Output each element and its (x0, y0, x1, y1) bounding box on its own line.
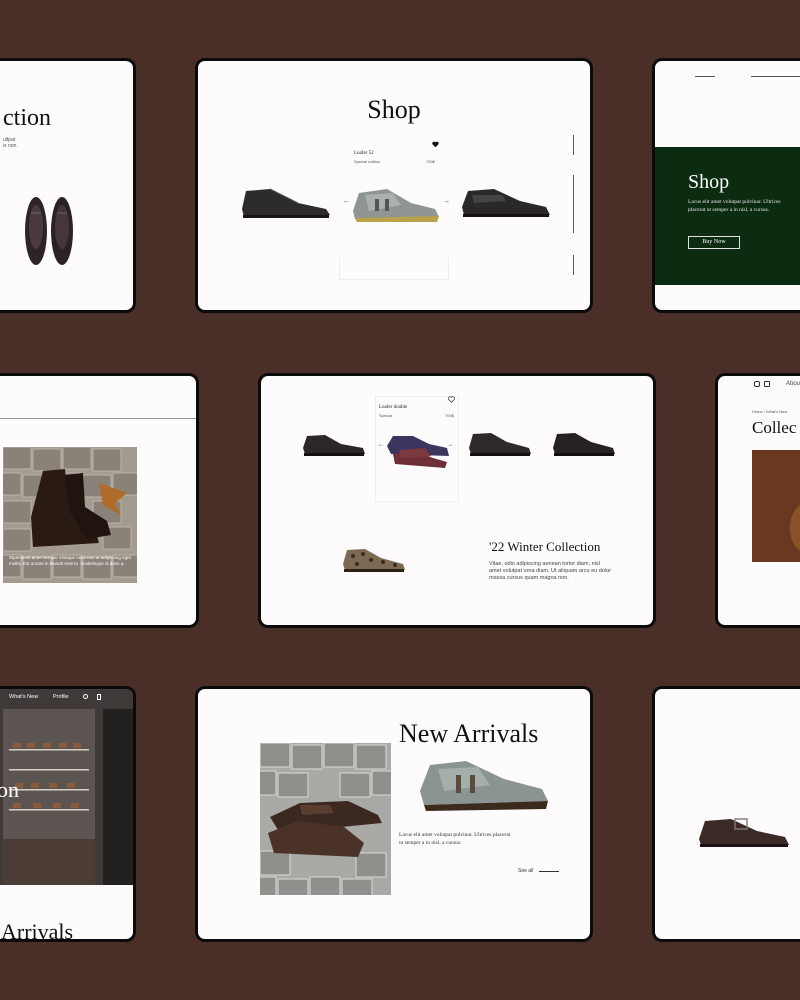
see-all-link[interactable]: See all (518, 868, 533, 874)
card-boot-feature: Stpendium amet semper tristique nulla no… (0, 373, 199, 628)
card-shop-hero: Shop Lacus elit amet volutpat pulvinar. … (652, 58, 800, 313)
heart-icon[interactable] (448, 396, 455, 403)
nav-arrow-line[interactable] (695, 76, 715, 77)
collection-title: '22 Winter Collection (489, 539, 601, 554)
nav-profile[interactable]: Profile (53, 694, 69, 700)
penny-loafer-right-image[interactable] (460, 185, 552, 221)
product-subtitle: Special edition (354, 159, 381, 164)
oxford-brown-image[interactable] (467, 430, 533, 458)
tassel-loafer-image[interactable] (697, 815, 791, 851)
oxford-black-image[interactable] (301, 432, 367, 458)
product-name: Loafer double (379, 405, 408, 410)
collection-hero-image (752, 450, 800, 562)
collection-text-2: is non. (3, 143, 18, 149)
scroll-up-arrow[interactable] (573, 135, 574, 155)
arrow-right-icon[interactable]: → (443, 198, 450, 205)
store-image (0, 689, 133, 885)
nav-about[interactable]: About (786, 380, 800, 388)
collection-body: Vitae, odio adipiscing aenean tortor dia… (489, 561, 611, 581)
new-arrivals-title: New Arrivals (399, 719, 539, 748)
loafer-left-image[interactable] (240, 185, 332, 221)
heart-icon[interactable] (432, 141, 439, 148)
new-arrivals-body: Lacus elit amet volutpat pulvinar. Ultri… (399, 832, 511, 846)
oxford-shoe-pair-image (25, 197, 73, 265)
breadcrumb[interactable]: Home / What's New (752, 408, 787, 415)
shop-title: Shop (367, 95, 421, 124)
scroll-track[interactable] (573, 175, 574, 233)
scroll-down-arrow[interactable] (573, 255, 574, 275)
green-hero-panel: Shop Lacus elit amet volutpat pulvinar. … (655, 147, 800, 285)
collection-title: ction (3, 105, 51, 131)
product-name: Loafer 52 (354, 151, 374, 156)
search-icon[interactable] (83, 694, 88, 699)
monk-strap-grey-image[interactable] (349, 185, 441, 225)
card-shop-carousel: Shop Loafer 52 Special edition 700$ ← → (195, 58, 593, 313)
card-collection-partial: ction ultpat is non. (0, 58, 136, 313)
bag-icon[interactable] (97, 694, 101, 700)
arrow-left-icon[interactable]: ← (378, 442, 384, 448)
oxford-cobblestone-image (260, 743, 391, 895)
header-divider (0, 418, 196, 419)
new-arrivals-title: Arrivals (1, 919, 74, 942)
collection-title: Collec (752, 418, 797, 437)
nav-whats-new[interactable]: What's New (9, 694, 38, 700)
facebook-icon[interactable] (764, 381, 770, 387)
card-store-hero: What's New Profile on Arrivals (0, 686, 136, 942)
see-all-arrow[interactable] (539, 871, 559, 872)
monk-strap-burgundy-image[interactable] (385, 434, 451, 470)
store-title: on (0, 777, 19, 802)
product-price: 700$ (426, 159, 435, 164)
boot-caption: Stpendium amet semper tristique nulla no… (9, 555, 131, 566)
hero-title: Shop (688, 171, 730, 193)
leopard-print-shoe-image[interactable] (341, 546, 409, 574)
hero-body: Lacus elit amet volutpat pulvinar. Ultri… (688, 199, 781, 213)
product-subtitle: Special (379, 413, 393, 418)
product-frame (339, 257, 449, 280)
card-loafer-partial (652, 686, 800, 942)
monk-strap-grey-image[interactable] (416, 755, 552, 819)
product-price: 700$ (445, 413, 454, 418)
card-winter-collection: Loafer double Special 700$ ← → '22 Winte… (258, 373, 656, 628)
card-collection-page: About Home / What's New Collec (715, 373, 800, 628)
suede-boot-image: Stpendium amet semper tristique nulla no… (3, 447, 137, 583)
nav-line (751, 76, 800, 77)
card-new-arrivals: New Arrivals Lacus elit amet volutpat pu… (195, 686, 593, 942)
arrow-right-icon[interactable]: → (447, 442, 453, 448)
instagram-icon[interactable] (754, 381, 760, 387)
buy-now-button[interactable]: Buy Now (688, 236, 740, 249)
oxford-dark-image[interactable] (551, 430, 617, 458)
